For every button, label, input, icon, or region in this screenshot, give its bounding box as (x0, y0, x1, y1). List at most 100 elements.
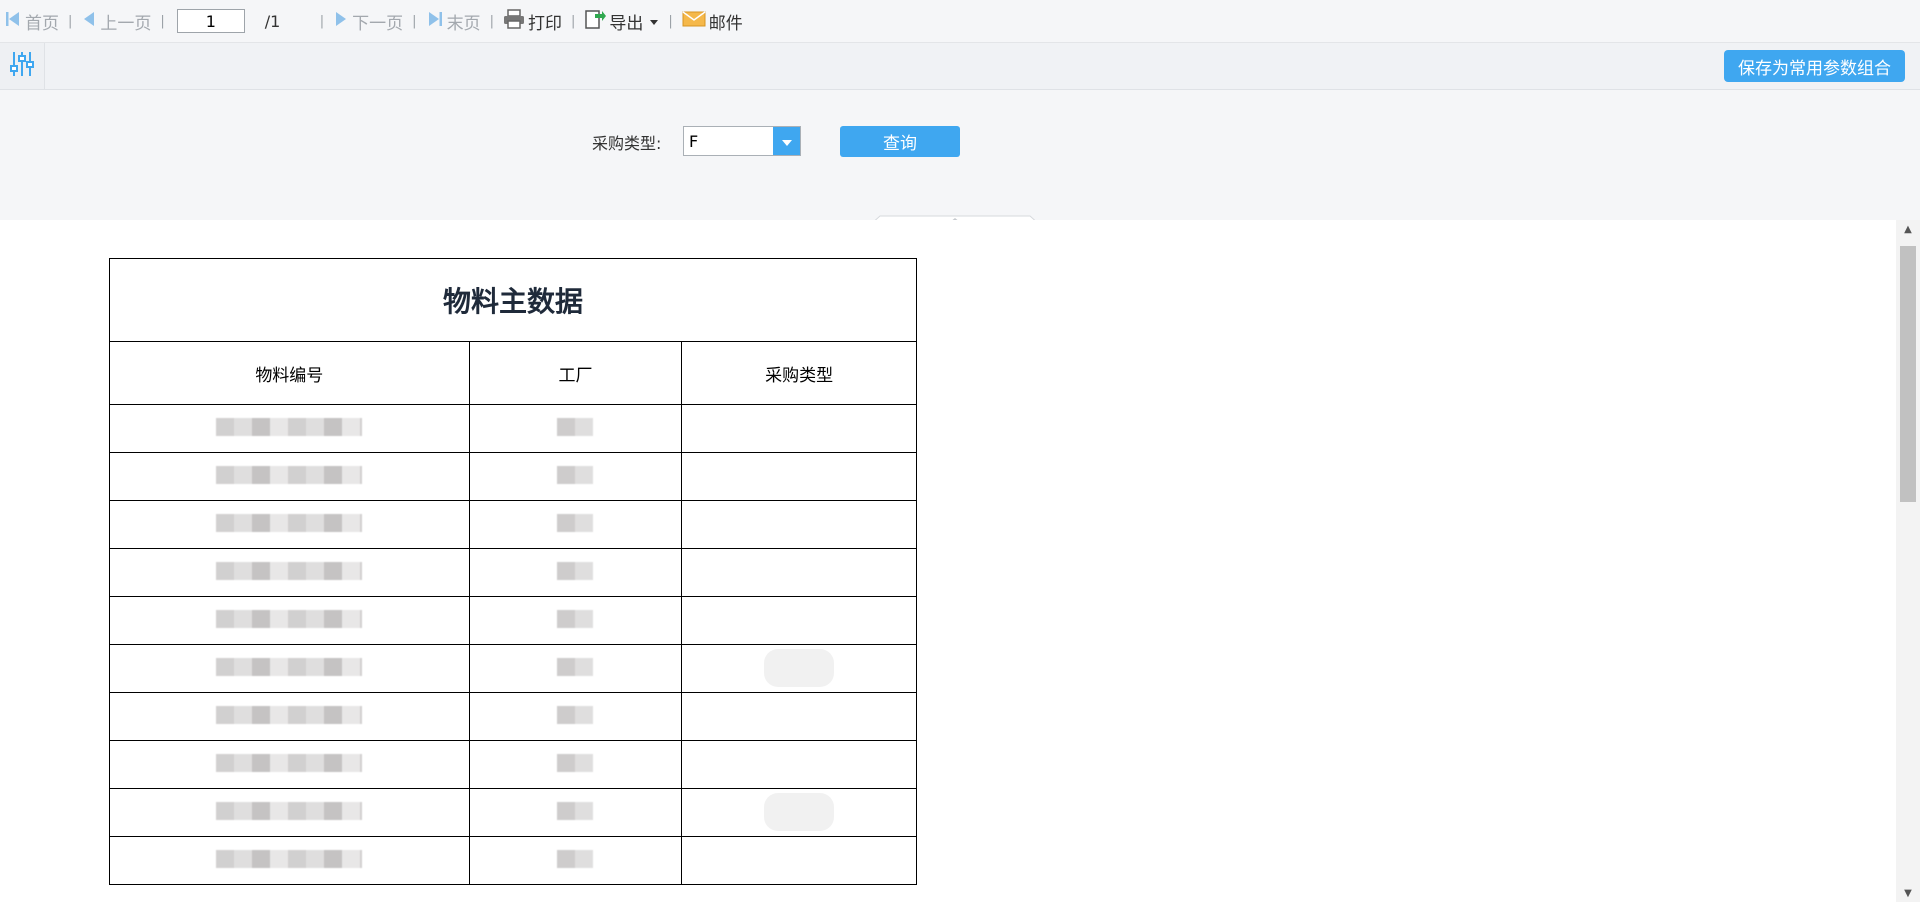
last-page-label: 末页 (446, 13, 481, 34)
plant-cell (468, 644, 683, 693)
plant-cell (468, 692, 683, 741)
toolbar-separator: | (668, 13, 673, 29)
parameter-panel: 采购类型: F 查询 (0, 90, 1920, 226)
redaction-smudge (764, 649, 835, 687)
plant-cell (468, 788, 683, 837)
collapse-panel-handle[interactable] (869, 210, 1041, 226)
material-number-cell (109, 596, 470, 645)
scroll-down-arrow[interactable]: ▼ (1896, 884, 1920, 902)
plant-cell (468, 404, 683, 453)
redacted-plant (557, 849, 594, 868)
toolbar-separator: | (570, 13, 576, 29)
column-header-purchase-type: 采购类型 (681, 341, 917, 405)
purchase-type-cell (681, 596, 917, 645)
page-number-input[interactable] (176, 9, 245, 33)
redacted-material-number (216, 417, 363, 436)
redacted-material-number (216, 849, 363, 868)
last-page-button[interactable]: 末页 (426, 0, 481, 42)
print-label: 打印 (527, 13, 562, 34)
material-number-cell (109, 836, 470, 885)
sliders-icon (10, 51, 34, 81)
purchase-type-select[interactable]: F (683, 126, 801, 156)
first-page-icon (4, 10, 22, 33)
export-label: 导出 (609, 13, 644, 34)
table-row (109, 788, 917, 837)
toolbar-separator: | (319, 13, 325, 29)
table-row (109, 836, 917, 885)
purchase-type-cell (681, 740, 917, 789)
redacted-material-number (216, 561, 363, 580)
column-header-plant: 工厂 (468, 341, 683, 405)
page-total: /1 (264, 11, 281, 31)
prev-page-icon (81, 10, 97, 33)
next-page-icon (333, 10, 349, 33)
purchase-type-cell (681, 452, 917, 501)
material-master-table: 物料主数据 物料编号 工厂 采购类型 (109, 258, 917, 885)
redacted-material-number (216, 657, 363, 676)
report-title: 物料主数据 (109, 258, 917, 342)
print-button[interactable]: 打印 (503, 0, 562, 42)
mail-label: 邮件 (708, 13, 743, 34)
table-row (109, 500, 917, 549)
export-dropdown[interactable]: 导出 (584, 0, 659, 42)
plant-cell (468, 500, 683, 549)
toolbar-separator: | (489, 13, 494, 29)
material-number-cell (109, 644, 470, 693)
redacted-material-number (216, 705, 363, 724)
vertical-scrollbar[interactable]: ▲ ▼ (1896, 220, 1920, 902)
material-number-cell (109, 404, 470, 453)
caret-down-icon (649, 11, 659, 31)
scroll-up-arrow[interactable]: ▲ (1896, 220, 1920, 238)
redacted-plant (557, 513, 594, 532)
material-number-cell (109, 500, 470, 549)
purchase-type-cell (681, 692, 917, 741)
purchase-type-cell (681, 836, 917, 885)
redacted-material-number (216, 465, 363, 484)
plant-cell (468, 836, 683, 885)
next-page-button[interactable]: 下一页 (333, 0, 403, 42)
first-page-label: 首页 (25, 13, 59, 34)
purchase-type-label: 采购类型: (592, 134, 662, 153)
plant-cell (468, 548, 683, 597)
next-page-label: 下一页 (352, 13, 404, 34)
first-page-button[interactable]: 首页 (4, 0, 59, 42)
plant-cell (468, 740, 683, 789)
redacted-plant (557, 705, 594, 724)
purchase-type-cell (681, 548, 917, 597)
last-page-icon (426, 10, 444, 33)
purchase-type-cell (681, 644, 917, 693)
parameter-header: 保存为常用参数组合 (0, 43, 1920, 90)
prev-page-label: 上一页 (100, 13, 152, 34)
redacted-plant (557, 417, 594, 436)
save-parameter-combo-button[interactable]: 保存为常用参数组合 (1724, 50, 1905, 82)
toolbar-separator: | (412, 13, 417, 29)
query-button[interactable]: 查询 (840, 126, 960, 157)
toolbar-separator: | (68, 13, 73, 29)
printer-icon (503, 8, 525, 34)
purchase-type-value: F (689, 132, 699, 151)
parameter-settings-button[interactable] (0, 43, 45, 89)
purchase-type-cell (681, 500, 917, 549)
table-body (109, 404, 917, 885)
table-row (109, 692, 917, 741)
report-viewport: 物料主数据 物料编号 工厂 采购类型 (0, 220, 1920, 902)
table-row (109, 740, 917, 789)
material-number-cell (109, 452, 470, 501)
dropdown-arrow-button[interactable] (773, 127, 800, 155)
redacted-plant (557, 753, 594, 772)
redaction-smudge (764, 793, 835, 831)
report-toolbar: 首页 | 上一页 | /1 | 下一页 | 末页 | 打印 | 导出 (0, 0, 1920, 43)
material-number-cell (109, 548, 470, 597)
mail-button[interactable]: 邮件 (682, 0, 743, 42)
column-header-material-number: 物料编号 (109, 341, 470, 405)
redacted-plant (557, 801, 594, 820)
redacted-material-number (216, 609, 363, 628)
redacted-material-number (216, 801, 363, 820)
redacted-material-number (216, 513, 363, 532)
material-number-cell (109, 692, 470, 741)
redacted-plant (557, 561, 594, 580)
purchase-type-cell (681, 404, 917, 453)
scrollbar-thumb[interactable] (1900, 246, 1916, 502)
redacted-material-number (216, 753, 363, 772)
prev-page-button[interactable]: 上一页 (81, 0, 151, 42)
